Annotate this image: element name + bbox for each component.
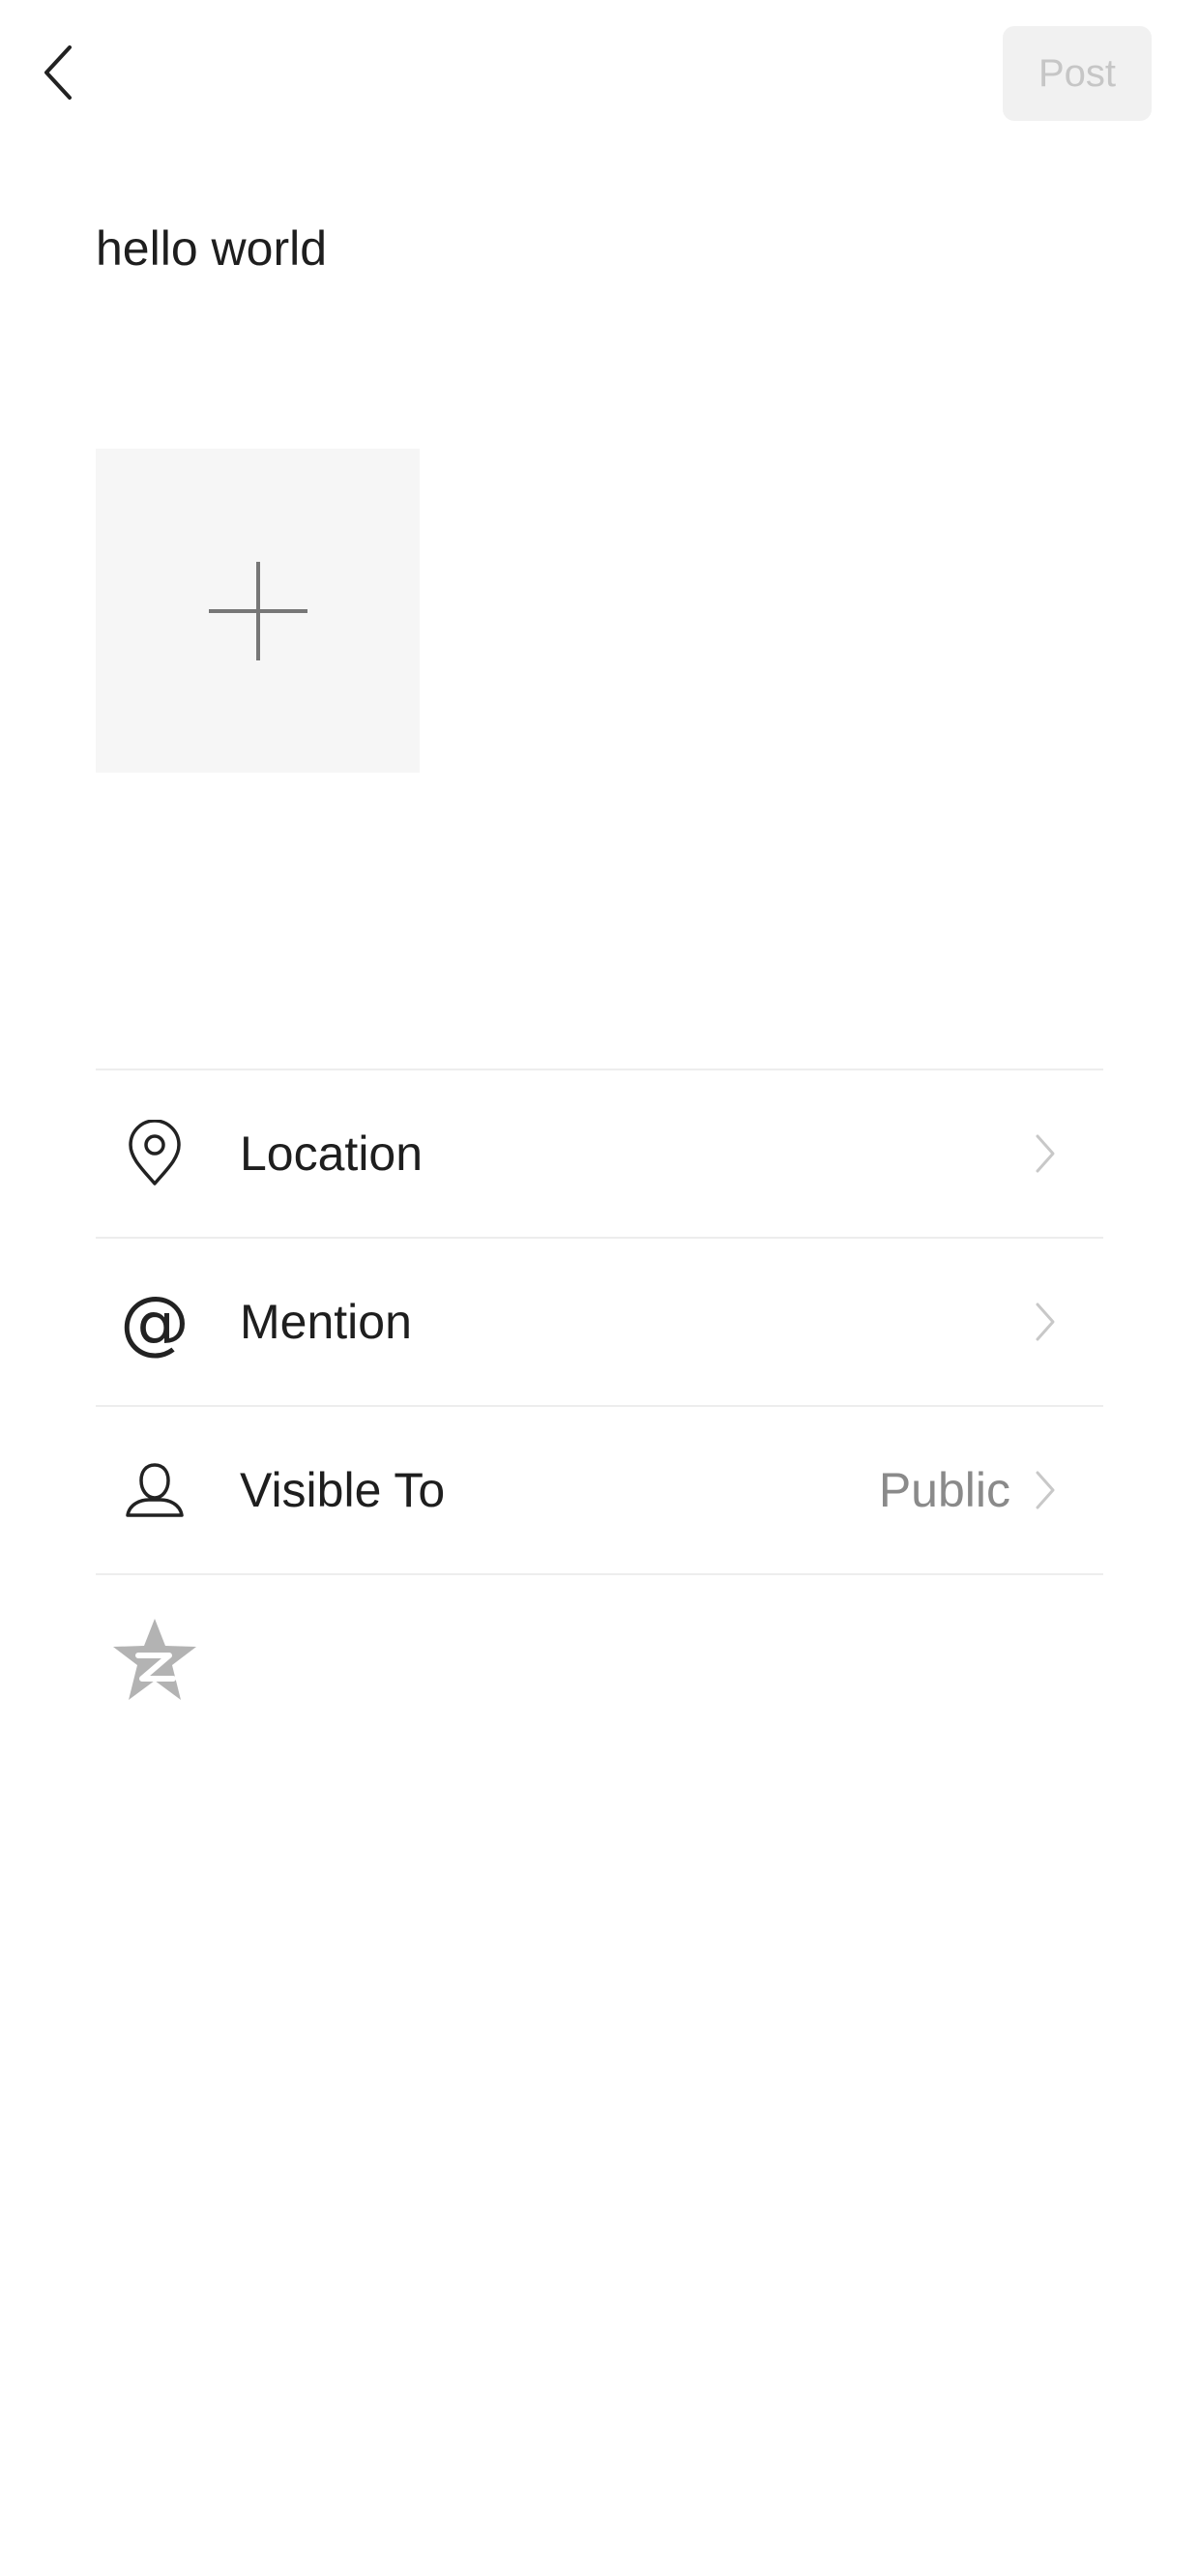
- post-button[interactable]: Post: [1003, 26, 1152, 121]
- location-row[interactable]: Location: [96, 1070, 1103, 1239]
- mention-row[interactable]: @ Mention: [96, 1239, 1103, 1407]
- mention-chevron-icon: [1030, 1298, 1061, 1346]
- visible-to-label: Visible To: [240, 1463, 446, 1517]
- post-text-input[interactable]: hello world: [96, 215, 327, 282]
- back-button[interactable]: [29, 39, 87, 106]
- post-options-list: Location @ Mention Visible To Public: [96, 1068, 1103, 1575]
- qzone-share-toggle[interactable]: [109, 1617, 200, 1704]
- visible-to-chevron-icon: [1030, 1466, 1061, 1514]
- qzone-star-icon: [113, 1619, 196, 1700]
- person-icon: [116, 1451, 193, 1529]
- mention-label: Mention: [240, 1295, 412, 1349]
- visible-to-row[interactable]: Visible To Public: [96, 1407, 1103, 1575]
- at-icon: @: [120, 1281, 190, 1362]
- visibility-value: Public: [878, 1463, 1010, 1517]
- location-pin-icon: [116, 1115, 193, 1192]
- add-photo-button[interactable]: [96, 449, 420, 773]
- location-chevron-icon: [1030, 1129, 1061, 1178]
- chevron-left-icon: [44, 45, 72, 100]
- location-label: Location: [240, 1127, 424, 1181]
- plus-icon: [208, 561, 307, 660]
